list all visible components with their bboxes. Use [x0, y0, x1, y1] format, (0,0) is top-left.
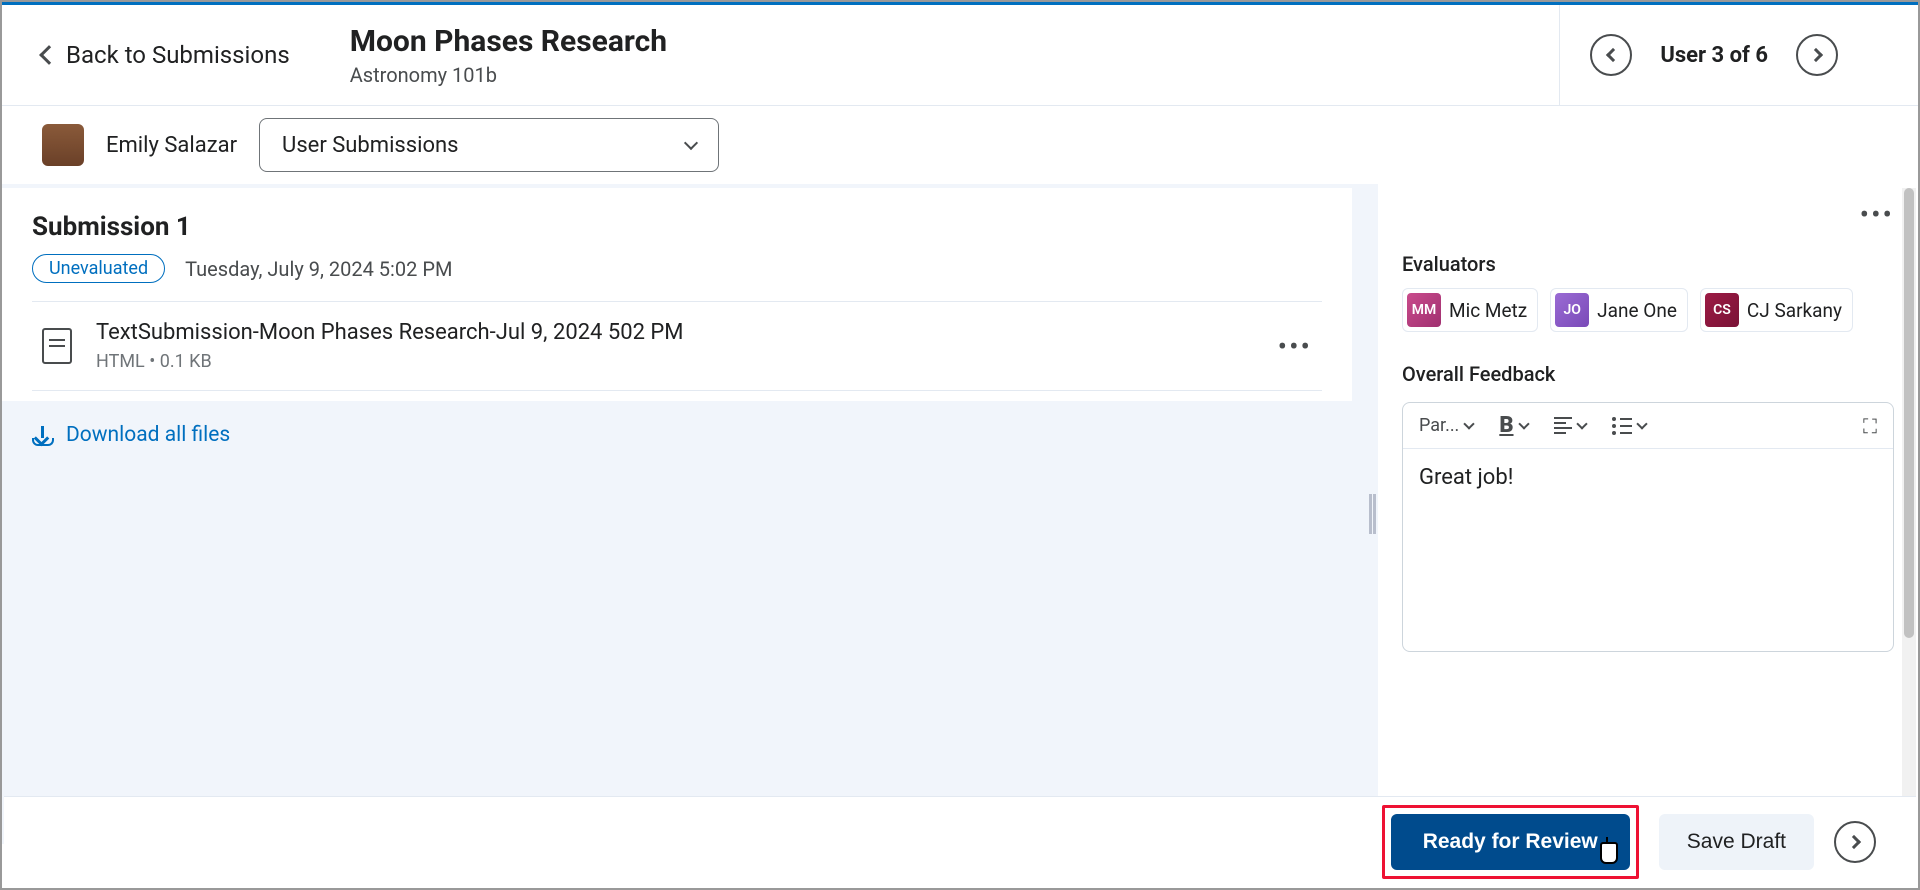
align-dropdown[interactable] [1554, 417, 1586, 434]
prev-user-button[interactable] [1590, 34, 1632, 76]
paragraph-style-dropdown[interactable]: Par... [1419, 415, 1473, 436]
submissions-dropdown[interactable]: User Submissions [259, 118, 719, 172]
page-title: Moon Phases Research [350, 24, 1530, 59]
header: Back to Submissions Moon Phases Research… [42, 5, 1878, 105]
download-all-files[interactable]: Download all files [2, 401, 1362, 469]
cursor-icon [1598, 840, 1616, 862]
status-badge: Unevaluated [32, 254, 165, 283]
student-name: Emily Salazar [106, 133, 237, 158]
file-meta: HTML • 0.1 KB [96, 351, 1244, 372]
ready-for-review-button[interactable]: Ready for Review [1391, 814, 1630, 870]
evaluator-name: CJ Sarkany [1747, 299, 1842, 322]
chevron-right-icon [1808, 48, 1822, 62]
chevron-down-icon [684, 136, 698, 150]
save-draft-button[interactable]: Save Draft [1659, 814, 1814, 870]
evaluator-chip[interactable]: MM Mic Metz [1402, 288, 1538, 332]
footer: Ready for Review Save Draft [4, 796, 1916, 886]
file-more-menu[interactable]: ••• [1268, 330, 1322, 363]
feedback-textarea[interactable]: Great job! [1403, 449, 1893, 506]
panel-splitter[interactable] [1362, 184, 1378, 844]
fullscreen-button[interactable]: ⛶ [1863, 414, 1877, 438]
submission-heading: Submission 1 [32, 212, 1322, 242]
user-nav: User 3 of 6 [1590, 34, 1878, 76]
chevron-down-icon [1464, 418, 1475, 429]
file-name: TextSubmission-Moon Phases Research-Jul … [96, 320, 1244, 345]
file-row[interactable]: TextSubmission-Moon Phases Research-Jul … [32, 301, 1322, 391]
title-block: Moon Phases Research Astronomy 101b [350, 24, 1530, 87]
next-action-button[interactable] [1834, 821, 1876, 863]
next-user-button[interactable] [1796, 34, 1838, 76]
evaluator-chip[interactable]: CS CJ Sarkany [1700, 288, 1853, 332]
feedback-label: Overall Feedback [1402, 362, 1894, 386]
list-icon [1612, 417, 1632, 435]
chevron-down-icon [1636, 418, 1647, 429]
download-icon [32, 424, 54, 446]
evaluation-panel: ••• Evaluators MM Mic Metz JO Jane One C… [1378, 184, 1918, 844]
evaluators-list: MM Mic Metz JO Jane One CS CJ Sarkany [1402, 288, 1894, 332]
chevron-left-icon [1606, 48, 1620, 62]
chevron-left-icon [39, 45, 59, 65]
evaluator-chip[interactable]: JO Jane One [1550, 288, 1688, 332]
submission-timestamp: Tuesday, July 9, 2024 5:02 PM [185, 257, 452, 281]
bold-dropdown[interactable]: B [1499, 413, 1527, 438]
bold-icon: B [1499, 413, 1513, 438]
user-nav-label: User 3 of 6 [1660, 43, 1768, 68]
feedback-editor: Par... B ⛶ [1402, 402, 1894, 652]
align-icon [1554, 417, 1572, 434]
highlight-annotation: Ready for Review [1382, 805, 1639, 879]
evaluator-name: Mic Metz [1449, 299, 1527, 322]
expand-icon: ⛶ [1863, 414, 1877, 438]
submission-panel: Submission 1 Unevaluated Tuesday, July 9… [2, 184, 1362, 844]
list-dropdown[interactable] [1612, 417, 1646, 435]
chevron-down-icon [1518, 418, 1529, 429]
evaluator-initials: MM [1407, 293, 1441, 327]
back-to-submissions[interactable]: Back to Submissions [42, 41, 350, 69]
back-label: Back to Submissions [66, 41, 290, 69]
evaluator-initials: JO [1555, 293, 1589, 327]
header-divider [1559, 5, 1560, 105]
page-subtitle: Astronomy 101b [350, 63, 1530, 87]
scrollbar[interactable] [1902, 188, 1916, 840]
avatar [42, 124, 84, 166]
chevron-right-icon [1846, 834, 1860, 848]
evaluator-initials: CS [1705, 293, 1739, 327]
submission-card: Submission 1 Unevaluated Tuesday, July 9… [2, 188, 1352, 401]
panel-more-menu[interactable]: ••• [1860, 198, 1894, 231]
download-label: Download all files [66, 423, 230, 447]
user-bar: Emily Salazar User Submissions [2, 106, 1918, 184]
chevron-down-icon [1576, 418, 1587, 429]
editor-toolbar: Par... B ⛶ [1403, 403, 1893, 449]
dropdown-label: User Submissions [282, 133, 459, 158]
evaluators-label: Evaluators [1402, 252, 1894, 276]
evaluator-name: Jane One [1597, 299, 1677, 322]
document-icon [42, 328, 72, 364]
